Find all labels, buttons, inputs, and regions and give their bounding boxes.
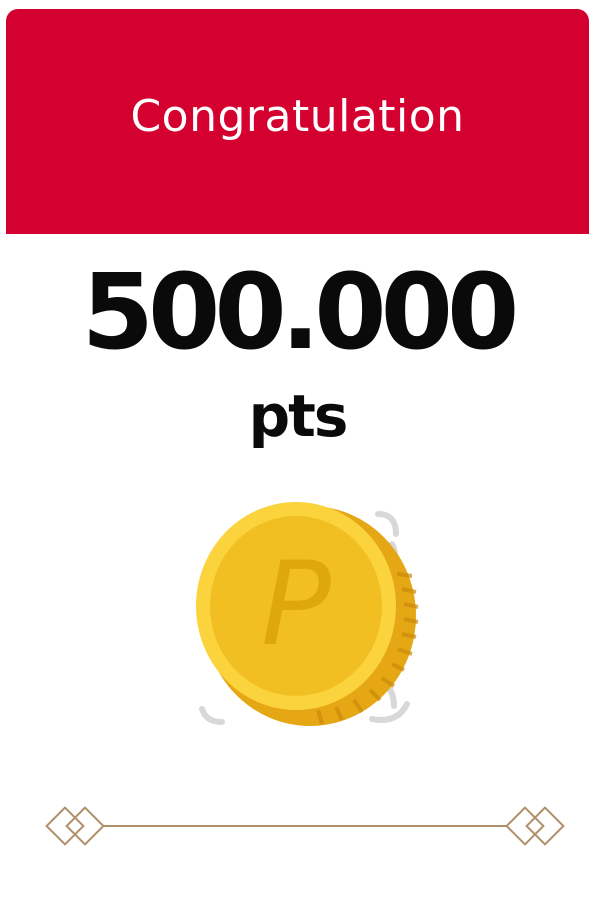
divider-diamond-left-1	[45, 806, 85, 846]
header-banner: Congratulation	[6, 9, 589, 234]
divider-diamond-right-1	[505, 806, 545, 846]
coin-symbol: P	[261, 537, 331, 672]
coin-motion-mark-top	[375, 511, 399, 537]
coin-icon: P	[196, 502, 419, 726]
divider-diamond-right-2	[525, 806, 565, 846]
reward-card: Congratulation 500.000 pts P	[6, 9, 589, 899]
ornament-divider	[45, 806, 565, 846]
divider-diamond-left-2	[65, 806, 105, 846]
points-amount: 500.000	[81, 251, 520, 373]
coin-motion-mark-left	[199, 706, 225, 725]
coin-motion-mark-right	[369, 701, 410, 723]
header-title: Congratulation	[130, 91, 465, 142]
points-unit: pts	[248, 382, 349, 450]
